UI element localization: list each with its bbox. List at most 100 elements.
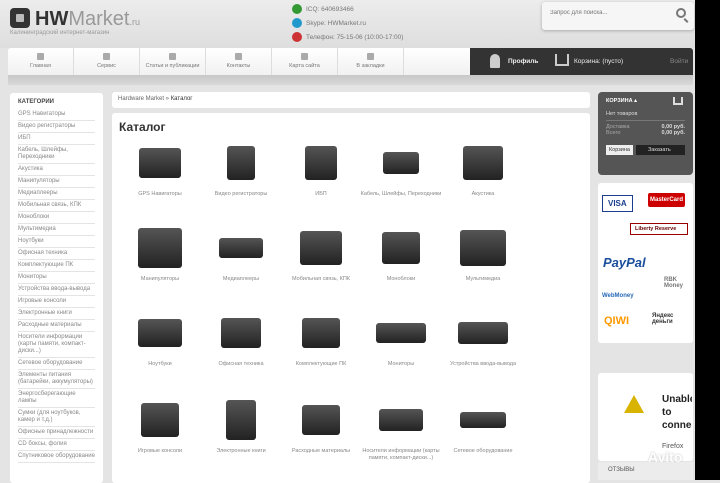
product-label[interactable]: Игровые консоли: [119, 448, 201, 455]
product-label[interactable]: Электронные книги: [200, 448, 282, 455]
sidebar-category-item[interactable]: Кабель, Шлейфы, Переходники: [18, 145, 95, 164]
product-category-card[interactable]: Офисная техника: [200, 308, 282, 368]
product-category-card[interactable]: Расходные материалы: [280, 395, 362, 455]
logo-icon[interactable]: [10, 8, 30, 28]
sidebar-category-item[interactable]: GPS Навигаторы: [18, 109, 95, 121]
product-label[interactable]: Манипуляторы: [119, 276, 201, 283]
product-label[interactable]: Комплектующие ПК: [280, 361, 362, 368]
product-image[interactable]: [221, 318, 261, 348]
product-image[interactable]: [139, 148, 181, 178]
product-image[interactable]: [302, 405, 340, 435]
sidebar-category-item[interactable]: Комплектующие ПК: [18, 260, 95, 272]
product-image[interactable]: [219, 238, 263, 258]
product-label[interactable]: Кабель, Шлейфы, Переходники: [360, 191, 442, 198]
product-category-card[interactable]: Мониторы: [360, 308, 442, 368]
sidebar-category-item[interactable]: CD боксы, фолия: [18, 439, 95, 451]
product-category-card[interactable]: Носители информации (карты памяти, компа…: [360, 395, 442, 461]
logo[interactable]: HWMarket.ru: [35, 8, 140, 31]
product-label[interactable]: ИБП: [280, 191, 362, 198]
breadcrumb-root[interactable]: Hardware Market: [118, 96, 164, 102]
sidebar-category-item[interactable]: Расходные материалы: [18, 320, 95, 332]
search-input[interactable]: [550, 10, 670, 16]
product-category-card[interactable]: Игровые консоли: [119, 395, 201, 455]
product-category-card[interactable]: ИБП: [280, 138, 362, 198]
product-category-card[interactable]: Моноблоки: [360, 223, 442, 283]
product-label[interactable]: Акустика: [442, 191, 524, 198]
product-category-card[interactable]: Акустика: [442, 138, 524, 198]
sidebar-category-item[interactable]: Сумки (для ноутбуков, камер и т.д.): [18, 408, 95, 427]
sidebar-category-item[interactable]: Мультимедиа: [18, 224, 95, 236]
product-label[interactable]: Моноблоки: [360, 276, 442, 283]
product-category-card[interactable]: Комплектующие ПК: [280, 308, 362, 368]
cart-link[interactable]: Корзина: (пусто): [574, 58, 623, 65]
product-category-card[interactable]: GPS Навигаторы: [119, 138, 201, 198]
nav-contacts[interactable]: Контакты: [206, 48, 272, 75]
product-label[interactable]: Расходные материалы: [280, 448, 362, 455]
product-image[interactable]: [376, 323, 426, 343]
sidebar-category-item[interactable]: Элементы питания (батарейки, аккумулятор…: [18, 370, 95, 389]
product-category-card[interactable]: Видео регистраторы: [200, 138, 282, 198]
product-label[interactable]: Медиаплееры: [200, 276, 282, 283]
product-image[interactable]: [460, 230, 506, 266]
product-image[interactable]: [302, 318, 340, 348]
product-label[interactable]: Мультимедиа: [442, 276, 524, 283]
product-image[interactable]: [226, 400, 256, 440]
nav-service[interactable]: Сервис: [74, 48, 140, 75]
nav-home[interactable]: Главная: [8, 48, 74, 75]
sidebar-category-item[interactable]: Медиаплееры: [18, 188, 95, 200]
search-icon[interactable]: [676, 8, 686, 18]
sidebar-category-item[interactable]: Энергосберегающие лампы: [18, 389, 95, 408]
product-category-card[interactable]: Электронные книги: [200, 395, 282, 455]
sidebar-category-item[interactable]: Спутниковое оборудование: [18, 451, 95, 463]
product-image[interactable]: [458, 322, 508, 344]
product-image[interactable]: [141, 403, 179, 437]
product-label[interactable]: Носители информации (карты памяти, компа…: [360, 448, 442, 461]
product-image[interactable]: [382, 232, 420, 264]
sidebar-category-item[interactable]: Игровые консоли: [18, 296, 95, 308]
product-image[interactable]: [463, 146, 503, 180]
sidebar-category-item[interactable]: Сетевое оборудование: [18, 358, 95, 370]
sidebar-category-item[interactable]: Мониторы: [18, 272, 95, 284]
product-image[interactable]: [305, 146, 337, 180]
product-image[interactable]: [300, 231, 342, 265]
sidebar-category-item[interactable]: Видео регистраторы: [18, 121, 95, 133]
sidebar-category-item[interactable]: ИБП: [18, 133, 95, 145]
sidebar-category-item[interactable]: Акустика: [18, 164, 95, 176]
product-category-card[interactable]: Мультимедиа: [442, 223, 524, 283]
product-label[interactable]: Устройства ввода-вывода: [442, 361, 524, 368]
product-category-card[interactable]: Сетевое оборудование: [442, 395, 524, 455]
product-category-card[interactable]: Манипуляторы: [119, 223, 201, 283]
product-category-card[interactable]: Медиаплееры: [200, 223, 282, 283]
product-image[interactable]: [383, 152, 419, 174]
product-label[interactable]: Видео регистраторы: [200, 191, 282, 198]
sidebar-category-item[interactable]: Офисные принадлежности: [18, 427, 95, 439]
product-image[interactable]: [138, 319, 182, 347]
product-image[interactable]: [227, 146, 255, 180]
sidebar-category-item[interactable]: Манипуляторы: [18, 176, 95, 188]
product-label[interactable]: Ноутбуки: [119, 361, 201, 368]
nav-bookmarks[interactable]: В закладки: [338, 48, 404, 75]
product-category-card[interactable]: Устройства ввода-вывода: [442, 308, 524, 368]
product-label[interactable]: Сетевое оборудование: [442, 448, 524, 455]
product-category-card[interactable]: Ноутбуки: [119, 308, 201, 368]
sidebar-category-item[interactable]: Электронные книги: [18, 308, 95, 320]
product-category-card[interactable]: Мобильная связь, КПК: [280, 223, 362, 283]
profile-link[interactable]: Профиль: [508, 58, 538, 65]
product-label[interactable]: Мобильная связь, КПК: [280, 276, 362, 283]
sidebar-category-item[interactable]: Носители информации (карты памяти, компа…: [18, 332, 95, 358]
nav-articles[interactable]: Статьи и публикации: [140, 48, 206, 75]
sidebar-category-item[interactable]: Моноблоки: [18, 212, 95, 224]
product-label[interactable]: GPS Навигаторы: [119, 191, 201, 198]
product-image[interactable]: [379, 409, 423, 431]
login-link[interactable]: Войти: [670, 58, 688, 65]
sidebar-category-item[interactable]: Устройства ввода-вывода: [18, 284, 95, 296]
sidebar-category-item[interactable]: Офисная техника: [18, 248, 95, 260]
nav-sitemap[interactable]: Карта сайта: [272, 48, 338, 75]
cart-button[interactable]: Корзина: [606, 145, 633, 155]
sidebar-category-item[interactable]: Ноутбуки: [18, 236, 95, 248]
sidebar-category-item[interactable]: Мобильная связь, КПК: [18, 200, 95, 212]
order-button[interactable]: Заказать: [635, 145, 685, 155]
product-image[interactable]: [138, 228, 182, 268]
product-image[interactable]: [460, 412, 506, 428]
product-label[interactable]: Мониторы: [360, 361, 442, 368]
